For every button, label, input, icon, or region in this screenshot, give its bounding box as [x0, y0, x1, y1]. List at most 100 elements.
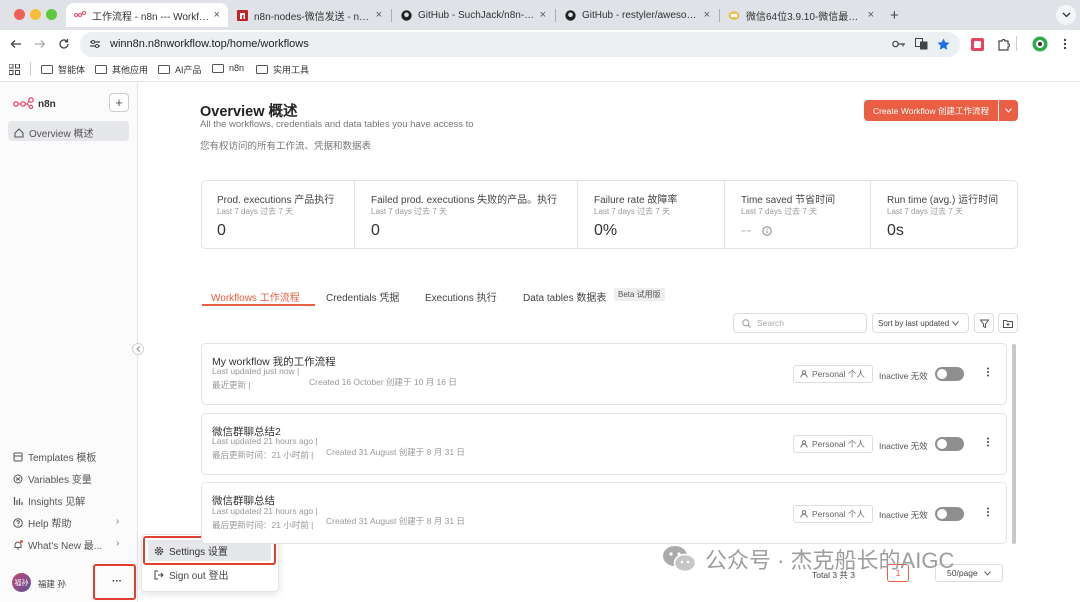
reload-icon[interactable] [57, 37, 71, 51]
close-icon[interactable]: × [704, 9, 710, 21]
sidebar-item-help[interactable]: Help 帮助 [12, 515, 71, 530]
stat-subtitle: Last 7 days 过去 7 天 [594, 207, 671, 216]
github-icon [400, 9, 412, 21]
insights-icon [12, 495, 23, 506]
bookmark-folder-4[interactable]: 实用工具 [256, 63, 309, 76]
stat-prod-executions[interactable]: Prod. executions 产品执行 Last 7 days 过去 7 天… [217, 191, 334, 240]
create-workflow-dropdown[interactable] [999, 100, 1018, 121]
templates-icon [12, 451, 23, 462]
browser-tab-0[interactable]: 工作流程 - n8n --- Workflows × [66, 3, 228, 27]
workflow-menu-button[interactable] [986, 437, 990, 447]
scrollbar[interactable] [1012, 344, 1016, 544]
stat-value: 0% [594, 222, 618, 239]
browser-tab-strip: 工作流程 - n8n --- Workflows × n8n-nodes-微信发… [0, 0, 1080, 30]
sidebar-item-templates[interactable]: Templates 模板 [12, 449, 96, 464]
apps-grid-icon[interactable] [9, 64, 20, 75]
forward-icon[interactable] [33, 37, 47, 51]
settings-label: Settings 设置 [169, 547, 228, 558]
tab-executions[interactable]: Executions 执行 [425, 289, 497, 304]
window-minimize-button[interactable] [30, 9, 41, 20]
bookmark-folder-3[interactable]: n8n [212, 63, 244, 73]
workflow-created: Created 31 August 创建于 8 月 31 日 [326, 447, 465, 457]
avatar[interactable]: 福孙 [12, 573, 31, 592]
bookmark-folder-1[interactable]: 其他应用 [95, 63, 148, 76]
plus-icon: + [115, 95, 123, 110]
add-button[interactable]: + [109, 93, 129, 112]
signout-icon [154, 570, 164, 580]
site-info-icon[interactable] [88, 37, 102, 51]
sort-select[interactable]: Sort by last updated [872, 313, 969, 333]
tab-credentials[interactable]: Credentials 凭据 [326, 289, 399, 304]
sidebar-item-label: Overview 概述 [29, 129, 94, 140]
workflow-updated-cn: 最后更新时间：21 小时前 | [212, 450, 314, 460]
stat-run-time[interactable]: Run time (avg.) 运行时间 Last 7 days 过去 7 天 … [887, 191, 998, 240]
workflow-status: Inactive 无效 [879, 510, 928, 520]
browser-tab-2[interactable]: GitHub - SuchJack/n8n-node × [392, 3, 554, 27]
sidebar-item-whats-new[interactable]: What's New 最... [12, 537, 102, 552]
workflow-menu-button[interactable] [986, 507, 990, 517]
profile-avatar[interactable] [1032, 36, 1048, 52]
tab-workflows[interactable]: Workflows 工作流程 [211, 289, 300, 304]
stat-failed-executions[interactable]: Failed prod. executions 失败的产品。执行 Last 7 … [371, 191, 557, 240]
tab-search-button[interactable] [1056, 5, 1076, 25]
collapse-sidebar-button[interactable] [132, 343, 144, 355]
folder-icon [41, 65, 53, 74]
signout-menu-item[interactable]: Sign out 登出 [154, 567, 228, 582]
info-icon[interactable] [761, 226, 772, 236]
bookmark-label: 智能体 [58, 65, 86, 75]
new-tab-button[interactable]: + [890, 7, 899, 24]
url-text[interactable]: winn8n.n8nworkflow.top/home/workflows [110, 38, 309, 50]
wechat-icon [728, 9, 740, 21]
more-options-button[interactable]: ··· [112, 576, 122, 587]
bookmark-star-icon[interactable] [936, 37, 950, 51]
stat-value: -- [741, 222, 752, 239]
sort-label: Sort by last updated [878, 318, 950, 328]
stat-title: Failed prod. executions 失败的产品。执行 [371, 195, 558, 206]
signout-label: Sign out 登出 [169, 571, 229, 582]
close-icon[interactable]: × [214, 9, 220, 21]
search-input[interactable]: Search [733, 313, 867, 333]
stat-time-saved[interactable]: Time saved 节省时间 Last 7 days 过去 7 天 -- [741, 191, 835, 240]
variables-icon [12, 473, 23, 484]
npm-icon [236, 9, 248, 21]
create-workflow-button[interactable]: Create Workflow 创建工作流程 [864, 100, 998, 121]
bookmark-folder-2[interactable]: AI产品 [158, 63, 202, 76]
extension-icon[interactable] [970, 37, 984, 51]
stats-divider [870, 181, 871, 248]
stats-divider [354, 181, 355, 248]
sidebar-item-variables[interactable]: Variables 变量 [12, 471, 92, 486]
new-folder-button[interactable] [998, 313, 1018, 333]
stat-value: 0s [887, 222, 904, 239]
window-close-button[interactable] [14, 9, 25, 20]
key-icon[interactable] [892, 37, 906, 51]
activate-toggle[interactable] [935, 367, 964, 381]
puzzle-icon[interactable] [996, 37, 1010, 51]
browser-menu-icon[interactable] [1058, 37, 1072, 51]
stat-title: Failure rate 故障率 [594, 195, 678, 206]
browser-tab-1[interactable]: n8n-nodes-微信发送 - npm -- × [228, 3, 390, 27]
close-icon[interactable]: × [868, 9, 874, 21]
tab-data-tables[interactable]: Data tables 数据表 [523, 289, 606, 304]
stat-title: Run time (avg.) 运行时间 [887, 195, 999, 206]
stat-subtitle: Last 7 days 过去 7 天 [887, 207, 964, 216]
bookmark-folder-0[interactable]: 智能体 [41, 63, 85, 76]
workflow-menu-button[interactable] [986, 367, 990, 377]
close-icon[interactable]: × [376, 9, 382, 21]
browser-tab-3[interactable]: GitHub - restyler/awesome-n × [556, 3, 718, 27]
github-icon [564, 9, 576, 21]
toolbar-divider [1016, 36, 1017, 51]
tab-title: 工作流程 - n8n --- Workflows [92, 11, 210, 23]
stat-failure-rate[interactable]: Failure rate 故障率 Last 7 days 过去 7 天 0% [594, 191, 677, 240]
back-icon[interactable] [9, 37, 23, 51]
activate-toggle[interactable] [935, 507, 964, 521]
stat-subtitle: Last 7 days 过去 7 天 [741, 207, 818, 216]
filter-button[interactable] [974, 313, 994, 333]
activate-toggle[interactable] [935, 437, 964, 451]
browser-tab-4[interactable]: 微信64位3.9.10-微信最新下载 × [720, 3, 882, 27]
sidebar-item-insights[interactable]: Insights 见解 [12, 493, 85, 508]
workflow-updated: Last updated 21 hours ago | [212, 506, 318, 516]
owner-badge: Personal 个人 [793, 435, 873, 453]
translate-icon[interactable] [914, 37, 928, 51]
close-icon[interactable]: × [540, 9, 546, 21]
window-maximize-button[interactable] [46, 9, 57, 20]
